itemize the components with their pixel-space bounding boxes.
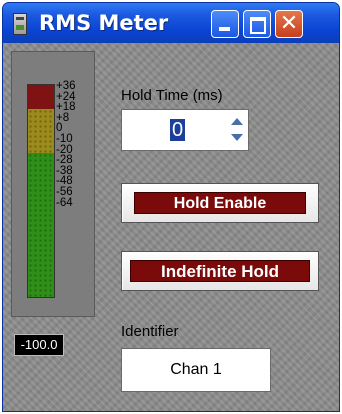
meter-scale: +36 +24 +18 +8 0 -10 -20 -28 -38 -48 -56…: [56, 80, 96, 209]
spin-up-icon[interactable]: [231, 118, 243, 125]
identifier-label: Identifier: [121, 323, 179, 340]
meter-segment-green: [28, 153, 54, 297]
scale-label: -10: [56, 132, 73, 145]
identifier-field[interactable]: Chan 1: [121, 348, 271, 392]
meter-segment-red: [28, 85, 54, 109]
scale-label: +36: [56, 80, 76, 92]
indefinite-hold-label: Indefinite Hold: [130, 260, 310, 282]
close-icon: ✕: [279, 11, 299, 36]
hold-enable-button[interactable]: Hold Enable: [121, 183, 319, 223]
minimize-button[interactable]: [211, 10, 239, 38]
rms-meter-window: RMS Meter ✕ +36 +24 +18 +8 0 -10 -20 -28…: [2, 2, 340, 412]
rms-meter-panel: +36 +24 +18 +8 0 -10 -20 -28 -38 -48 -56…: [11, 51, 95, 317]
maximize-button[interactable]: [243, 10, 271, 38]
close-button[interactable]: ✕: [275, 10, 303, 38]
spin-down-icon[interactable]: [231, 134, 243, 141]
scale-label: -64: [56, 196, 73, 209]
scale-label: -56: [56, 185, 73, 198]
scale-label: +8: [56, 111, 70, 124]
spin-arrows: [228, 112, 246, 148]
hold-time-value[interactable]: 0: [170, 119, 186, 141]
indefinite-hold-button[interactable]: Indefinite Hold: [121, 251, 319, 291]
hold-time-spinbox[interactable]: 0: [121, 109, 249, 151]
title-bar[interactable]: RMS Meter ✕: [3, 3, 339, 43]
meter-segment-yellow: [28, 109, 54, 153]
window-title: RMS Meter: [39, 11, 169, 35]
level-meter-bar: [27, 84, 55, 298]
window-client-area: +36 +24 +18 +8 0 -10 -20 -28 -38 -48 -56…: [3, 43, 339, 411]
meter-readout: -100.0: [14, 334, 64, 356]
hold-time-label: Hold Time (ms): [121, 87, 223, 104]
hold-enable-label: Hold Enable: [134, 192, 306, 214]
meter-app-icon: [13, 13, 27, 35]
